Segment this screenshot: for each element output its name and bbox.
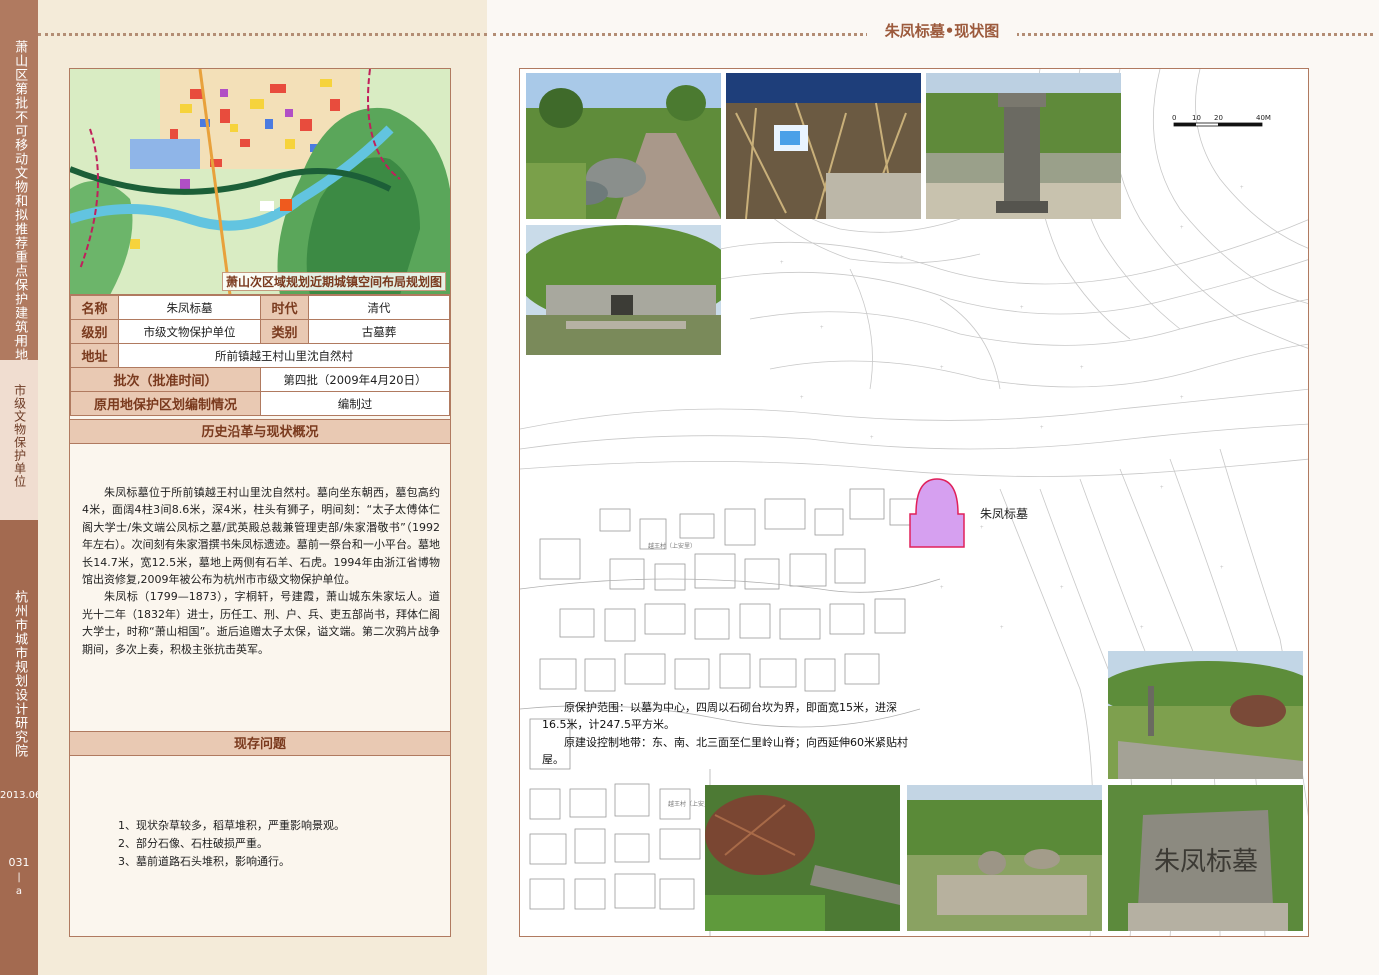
history-heading: 历史沿革与现状概况 [70,419,450,444]
stele-inscription: 朱凤标墓 [1154,847,1258,877]
era-value: 清代 [308,295,450,320]
series-title: 萧山区第批不可移动文物和拟推荐重点保护建筑用地规划 [12,40,28,390]
village-label: 越王村（上安里） [648,543,697,550]
svg-text:+: + [1040,425,1044,431]
tomb-label: 朱凤标墓 [980,507,1029,521]
issues-heading: 现存问题 [70,731,450,756]
svg-text:+: + [1020,305,1024,311]
site-photo-inscription: 朱凤标墓 [1108,785,1303,931]
svg-text:+: + [1160,485,1164,491]
batch-value: 第四批（2009年4月20日） [260,367,450,392]
svg-text:+: + [940,365,944,371]
site-photo-straw-mound [705,785,900,931]
issue-date: 2013.06 [0,790,42,801]
series-dash: — [14,335,24,346]
table-row: 地址 所前镇越王村山里沈自然村 [70,343,450,368]
site-photo-overgrown [1108,651,1303,779]
site-photo-stele [926,73,1121,219]
era-label: 时代 [260,295,309,320]
note-paragraph-2: 原建设控制地带：东、南、北三面至仁里岭山脊；向西延伸60米紧贴村屋。 [542,735,908,767]
page-suffix: a [15,886,23,897]
note-paragraph-1: 原保护范围：以墓为中心，四周以石砌台坎为界，即面宽15米，进深16.5米，计24… [542,701,897,732]
issues-list: 1、现状杂草较多，稻草堆积，严重影响景观。 2、部分石像、石柱破损严重。 3、墓… [118,817,345,871]
svg-text:+: + [780,260,784,266]
scale-tick: 0 [1172,114,1177,122]
planning-map-image [70,69,450,294]
page-separator: | [17,872,21,883]
type-value: 古墓葬 [308,319,450,344]
address-label: 地址 [70,343,119,368]
svg-text:+: + [870,435,874,441]
category-band: 市级文物保护单位 [0,360,38,520]
svg-text:+: + [820,325,824,331]
institute-band: 杭州市城市规划设计研究院 [0,520,38,975]
left-page: 萧山次区域规划近期城镇空间布局规划图 名称 朱凤标墓 时代 清代 级别 市级文物… [38,0,487,975]
side-strip: 萧山区第批不可移动文物和拟推荐重点保护建筑用地规划 — 市级文物保护单位 杭州市… [0,0,42,975]
scale-tick: 40M [1256,114,1271,122]
svg-text:+: + [1000,625,1004,631]
name-value: 朱凤标墓 [118,295,261,320]
category-title: 市级文物保护单位 [12,384,27,488]
site-photo-tomb-front [526,225,721,355]
level-label: 级别 [70,319,119,344]
history-paragraph-2: 朱凤标（1799—1873），字桐轩，号建霞，萧山城东朱家坛人。道光十二年（18… [82,590,440,656]
table-row: 级别 市级文物保护单位 类别 古墓葬 [70,319,450,344]
table-row: 名称 朱凤标墓 时代 清代 [70,295,450,320]
svg-text:+: + [900,255,904,261]
protection-note: 原保护范围：以墓为中心，四周以石砌台坎为界，即面宽15米，进深16.5米，计24… [542,699,912,769]
series-title-band: 萧山区第批不可移动文物和拟推荐重点保护建筑用地规划 [0,0,38,390]
svg-text:+: + [1140,625,1144,631]
svg-text:+: + [940,585,944,591]
svg-text:+: + [1180,395,1184,401]
address-value: 所前镇越王村山里沈自然村 [118,343,450,368]
page-number: 031 [8,856,30,869]
svg-text:+: + [1240,185,1244,191]
list-item: 2、部分石像、石柱破损严重。 [118,837,268,850]
svg-text:+: + [1060,585,1064,591]
svg-text:+: + [1220,565,1224,571]
table-row: 批次（批准时间） 第四批（2009年4月20日） [70,367,450,392]
svg-text:+: + [800,395,804,401]
history-text: 朱凤标墓位于所前镇越王村山里沈自然村。墓向坐东朝西，墓包高约4米，面阔4柱3间8… [82,484,440,658]
scale-bar: 0 10 20 40M [1172,114,1282,134]
list-item: 1、现状杂草较多，稻草堆积，严重影响景观。 [118,819,345,832]
attribute-table: 名称 朱凤标墓 时代 清代 级别 市级文物保护单位 类别 古墓葬 地址 所前镇越… [70,295,450,416]
svg-text:+: + [980,525,984,531]
table-row: 原用地保护区划编制情况 编制过 [70,391,450,416]
plan-value: 编制过 [260,391,450,416]
site-photo-platform [907,785,1102,931]
level-value: 市级文物保护单位 [118,319,261,344]
dotted-rule [38,33,487,36]
svg-text:+: + [1080,365,1084,371]
batch-label: 批次（批准时间） [70,367,261,392]
planning-map: 萧山次区域规划近期城镇空间布局规划图 [70,69,450,295]
page-title: 朱凤标墓•现状图 [867,20,1017,41]
list-item: 3、墓前道路石头堆积，影响通行。 [118,855,290,868]
right-page: 朱凤标墓•现状图 + + + + + + + + + + + + + + + +… [487,0,1379,975]
map-caption: 萧山次区域规划近期城镇空间布局规划图 [221,272,446,291]
institute-name: 杭州市城市规划设计研究院 [12,590,28,758]
scale-tick: 10 [1192,114,1201,122]
svg-text:+: + [1180,225,1184,231]
name-label: 名称 [70,295,119,320]
site-photo-straw [726,73,921,219]
type-label: 类别 [260,319,309,344]
site-map: ++++ ++++ ++++ ++++ ++++ 越王村（上安里） 越王村（上安… [519,68,1309,937]
site-photo-path [526,73,721,219]
info-panel: 萧山次区域规划近期城镇空间布局规划图 名称 朱凤标墓 时代 清代 级别 市级文物… [69,68,451,937]
scale-tick: 20 [1214,114,1223,122]
plan-label: 原用地保护区划编制情况 [70,391,261,416]
history-paragraph-1: 朱凤标墓位于所前镇越王村山里沈自然村。墓向坐东朝西，墓包高约4米，面阔4柱3间8… [82,486,440,587]
